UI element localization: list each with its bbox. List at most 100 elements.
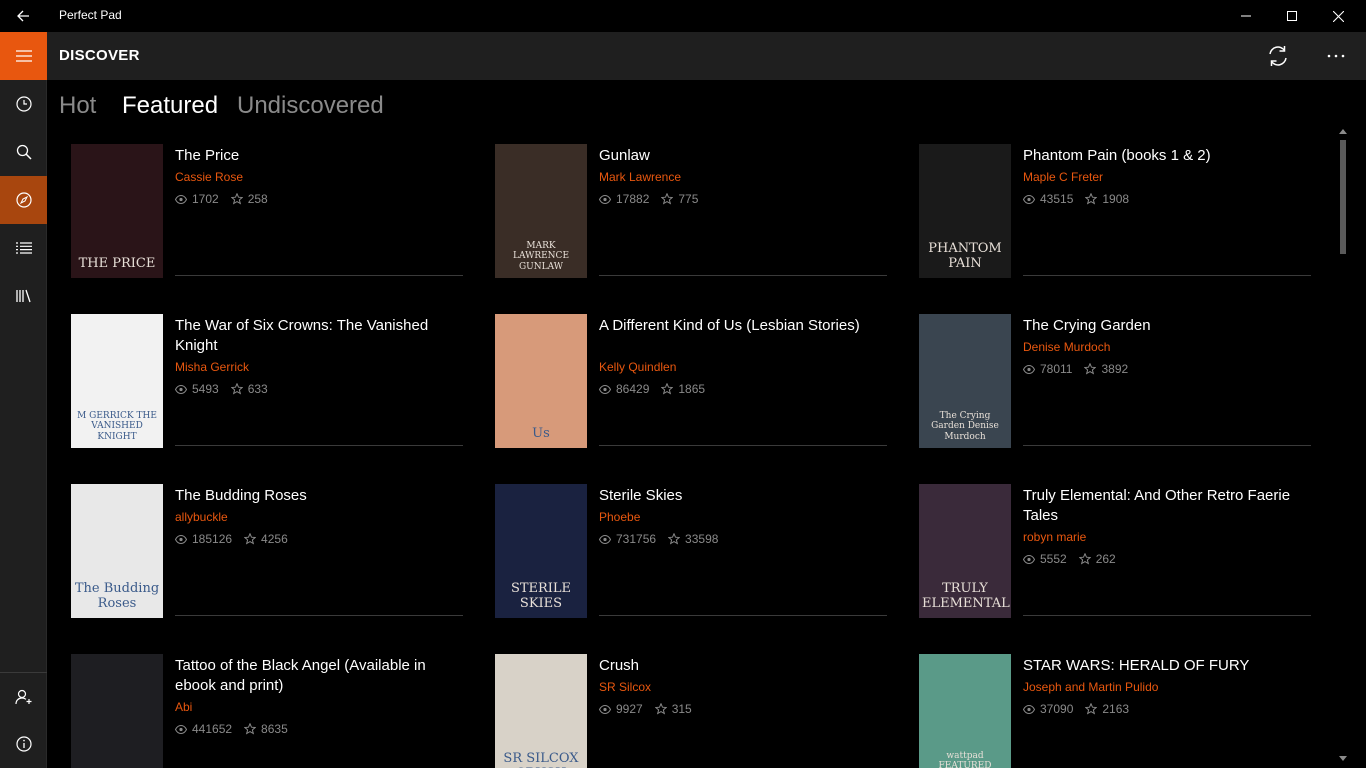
book-cover[interactable] (71, 654, 163, 768)
nav-reading-list[interactable] (0, 224, 47, 272)
list-icon (15, 242, 32, 254)
book-card[interactable]: Tattoo of the Black Angel (Available in … (71, 654, 471, 768)
book-author[interactable]: Mark Lawrence (599, 170, 681, 184)
divider (599, 275, 887, 276)
book-cover[interactable]: M GERRICK THE VANISHED KNIGHT (71, 314, 163, 448)
book-author[interactable]: Abi (175, 700, 192, 714)
book-title[interactable]: The Budding Roses (175, 486, 465, 506)
stars-count: 258 (230, 192, 268, 206)
book-author[interactable]: Phoebe (599, 510, 640, 524)
more-options-button[interactable] (1312, 32, 1360, 80)
stars-count: 3892 (1084, 362, 1128, 376)
scrollbar-thumb[interactable] (1340, 140, 1346, 254)
book-stats: 78011 3892 (1023, 362, 1140, 376)
stars-count: 1908 (1085, 192, 1129, 206)
star-icon (230, 383, 243, 395)
cover-text: Us (532, 426, 550, 442)
book-card[interactable]: STERILE SKIES Sterile Skies Phoebe 731756 33… (495, 484, 895, 624)
star-icon (244, 723, 257, 735)
maximize-button[interactable] (1269, 0, 1315, 32)
book-cover[interactable]: MARK LAWRENCE GUNLAW (495, 144, 587, 278)
nav-library[interactable] (0, 272, 47, 320)
book-title[interactable]: Phantom Pain (books 1 & 2) (1023, 146, 1313, 166)
book-author[interactable]: Maple C Freter (1023, 170, 1103, 184)
book-card[interactable]: SR SILCOX CRUSH Crush SR Silcox 9927 315 (495, 654, 895, 768)
stars-count: 262 (1078, 552, 1116, 566)
book-card[interactable]: PHANTOM PAIN Phantom Pain (books 1 & 2) Ma… (919, 144, 1319, 284)
nav-recent[interactable] (0, 80, 47, 128)
book-cover[interactable]: STERILE SKIES (495, 484, 587, 618)
book-author[interactable]: Cassie Rose (175, 170, 243, 184)
book-author[interactable]: allybuckle (175, 510, 228, 524)
book-cover[interactable]: TRULY ELEMENTAL (919, 484, 1011, 618)
views-count: 1702 (175, 192, 219, 206)
star-icon (1078, 553, 1091, 565)
book-title[interactable]: Tattoo of the Black Angel (Available in … (175, 656, 465, 696)
book-card[interactable]: TRULY ELEMENTAL Truly Elemental: And Othe… (919, 484, 1319, 624)
book-card[interactable]: The Crying Garden Denise Murdoch The Cryi… (919, 314, 1319, 454)
cover-text: M GERRICK THE VANISHED KNIGHT (77, 410, 157, 442)
book-author[interactable]: Denise Murdoch (1023, 340, 1110, 354)
book-title[interactable]: Gunlaw (599, 146, 889, 166)
nav-account[interactable] (0, 672, 47, 720)
refresh-button[interactable] (1254, 32, 1302, 80)
tab-featured[interactable]: Featured (122, 92, 218, 120)
scrollbar[interactable] (1337, 128, 1349, 768)
page-title: DISCOVER (59, 47, 140, 64)
book-card[interactable]: M GERRICK THE VANISHED KNIGHT The War of … (71, 314, 471, 454)
book-card[interactable]: THE PRICE The Price Cassie Rose 1702 258 (71, 144, 471, 284)
back-button[interactable] (0, 0, 46, 32)
book-cover[interactable]: wattpad FEATURED STORY (919, 654, 1011, 768)
book-title[interactable]: Crush (599, 656, 889, 676)
tab-hot[interactable]: Hot (59, 92, 96, 120)
nav-discover[interactable] (0, 176, 47, 224)
book-author[interactable]: robyn marie (1023, 530, 1086, 544)
book-card[interactable]: Us A Different Kind of Us (Lesbian Storie… (495, 314, 895, 454)
nav-about[interactable] (0, 720, 47, 768)
book-card[interactable]: MARK LAWRENCE GUNLAW Gunlaw Mark Lawrence 1… (495, 144, 895, 284)
book-stats: 17882 775 (599, 192, 710, 206)
divider (1023, 445, 1311, 446)
star-icon (1084, 363, 1097, 375)
views-icon (1023, 364, 1035, 374)
book-cover[interactable]: The Crying Garden Denise Murdoch (919, 314, 1011, 448)
star-icon (661, 193, 674, 205)
close-button[interactable] (1315, 0, 1361, 32)
book-author[interactable]: Joseph and Martin Pulido (1023, 680, 1158, 694)
tab-undiscovered[interactable]: Undiscovered (237, 92, 384, 120)
hamburger-menu-button[interactable] (0, 32, 47, 80)
book-title[interactable]: The War of Six Crowns: The Vanished Knig… (175, 316, 465, 356)
scroll-up-icon[interactable] (1339, 128, 1347, 134)
book-card[interactable]: The Budding Roses The Budding Roses allybu… (71, 484, 471, 624)
book-title[interactable]: STAR WARS: HERALD OF FURY (1023, 656, 1313, 676)
book-author[interactable]: SR Silcox (599, 680, 651, 694)
book-card[interactable]: wattpad FEATURED STORY STAR WARS: HERALD … (919, 654, 1319, 768)
book-title[interactable]: The Price (175, 146, 465, 166)
minimize-button[interactable] (1223, 0, 1269, 32)
book-cover[interactable]: Us (495, 314, 587, 448)
book-title[interactable]: The Crying Garden (1023, 316, 1313, 336)
divider (175, 615, 463, 616)
cover-text: The Crying Garden Denise Murdoch (931, 410, 999, 442)
stars-count: 775 (661, 192, 698, 206)
views-icon (1023, 554, 1035, 564)
stars-count: 2163 (1085, 702, 1129, 716)
views-icon (175, 384, 187, 394)
book-author[interactable]: Misha Gerrick (175, 360, 249, 374)
book-cover[interactable]: PHANTOM PAIN (919, 144, 1011, 278)
book-cover[interactable]: The Budding Roses (71, 484, 163, 618)
window-title: Perfect Pad (59, 8, 122, 22)
book-cover[interactable]: SR SILCOX CRUSH (495, 654, 587, 768)
views-count: 441652 (175, 722, 232, 736)
book-title[interactable]: Sterile Skies (599, 486, 889, 506)
stars-count: 1865 (661, 382, 705, 396)
nav-search[interactable] (0, 128, 47, 176)
book-title[interactable]: Truly Elemental: And Other Retro Faerie … (1023, 486, 1313, 526)
scroll-down-icon[interactable] (1339, 756, 1347, 762)
info-icon (15, 736, 32, 752)
book-author[interactable]: Kelly Quindlen (599, 360, 676, 374)
book-title[interactable]: A Different Kind of Us (Lesbian Stories) (599, 316, 889, 336)
back-arrow-icon (17, 10, 29, 22)
book-cover[interactable]: THE PRICE (71, 144, 163, 278)
divider (175, 275, 463, 276)
